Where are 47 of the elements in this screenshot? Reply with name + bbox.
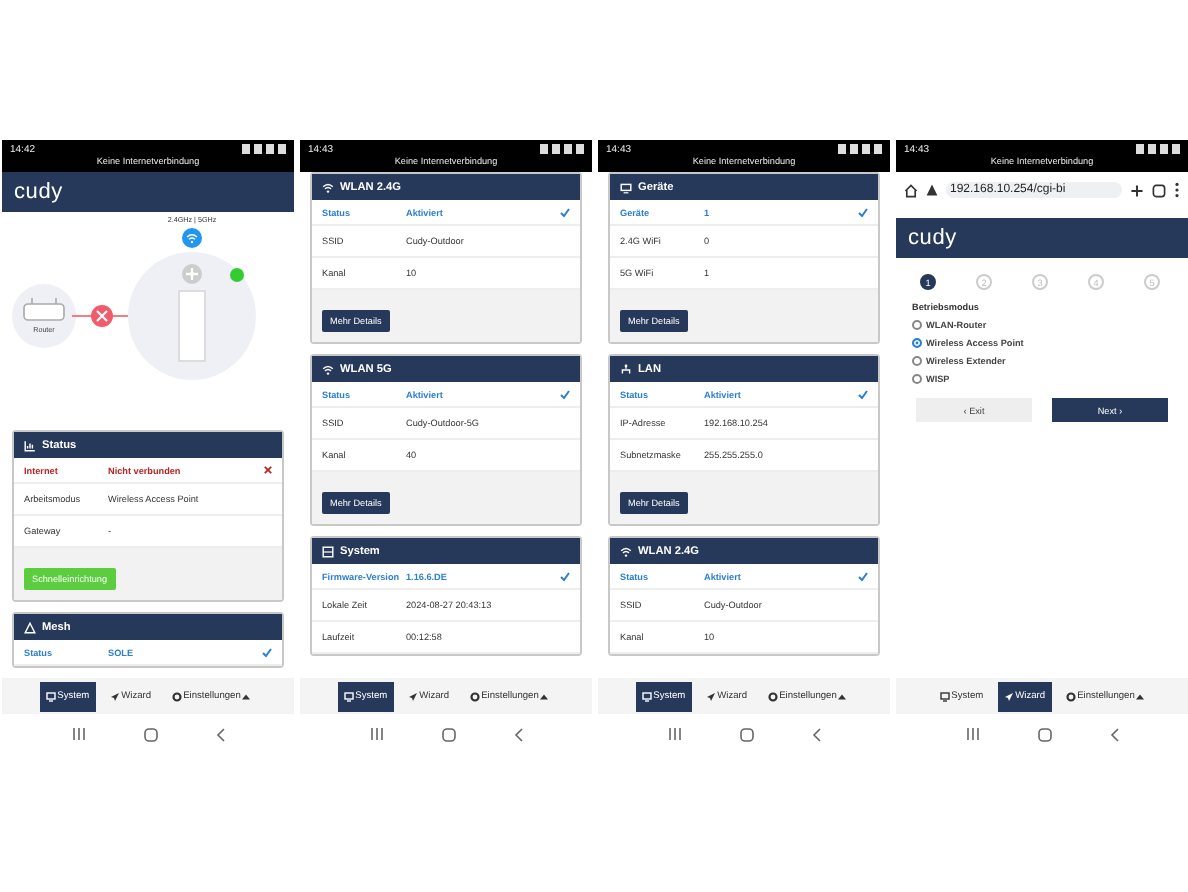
status-icons [1136, 144, 1180, 154]
status-icons [242, 144, 286, 154]
send-icon [407, 691, 418, 701]
home-icon[interactable] [739, 727, 753, 741]
logo: cudy [14, 180, 63, 204]
online-dot-icon [230, 268, 244, 282]
monitor-icon [343, 691, 354, 701]
chart-icon [24, 439, 36, 451]
home-icon[interactable] [441, 727, 455, 741]
new-tab-icon[interactable] [1130, 183, 1144, 197]
system-icon [322, 545, 334, 557]
recents-icon[interactable] [965, 728, 979, 740]
status-icons [540, 144, 584, 154]
lan-icon [620, 363, 632, 375]
status-icons [838, 144, 882, 154]
monitor-icon [939, 691, 950, 701]
recents-icon[interactable] [369, 728, 383, 740]
back-icon[interactable] [811, 727, 821, 741]
send-icon [109, 691, 120, 701]
tabs-icon[interactable] [1152, 183, 1166, 197]
back-icon[interactable] [513, 727, 523, 741]
back-icon[interactable] [1109, 727, 1119, 741]
logo: cudy [908, 226, 957, 250]
recents-icon[interactable] [667, 728, 681, 740]
home-icon[interactable] [904, 183, 918, 197]
wifi-icon [620, 545, 632, 557]
home-icon[interactable] [1037, 727, 1051, 741]
send-icon [705, 691, 716, 701]
access-point-icon [178, 290, 206, 362]
back-icon[interactable] [215, 727, 225, 741]
menu-icon[interactable] [1174, 182, 1180, 198]
home-icon[interactable] [143, 727, 157, 741]
recents-icon[interactable] [71, 728, 85, 740]
radio-button[interactable] [912, 356, 922, 366]
router-icon [22, 298, 66, 322]
devices-icon [620, 181, 632, 193]
wifi-icon [182, 228, 202, 248]
warning-icon [926, 184, 938, 196]
radio-button[interactable] [912, 374, 922, 384]
radio-button[interactable] [912, 320, 922, 330]
monitor-icon [641, 691, 652, 701]
wifi-icon [322, 363, 334, 375]
send-icon [1003, 691, 1014, 701]
radio-button[interactable] [912, 338, 922, 348]
monitor-icon [45, 691, 56, 701]
wifi-icon [322, 181, 334, 193]
mesh-icon [24, 621, 36, 633]
